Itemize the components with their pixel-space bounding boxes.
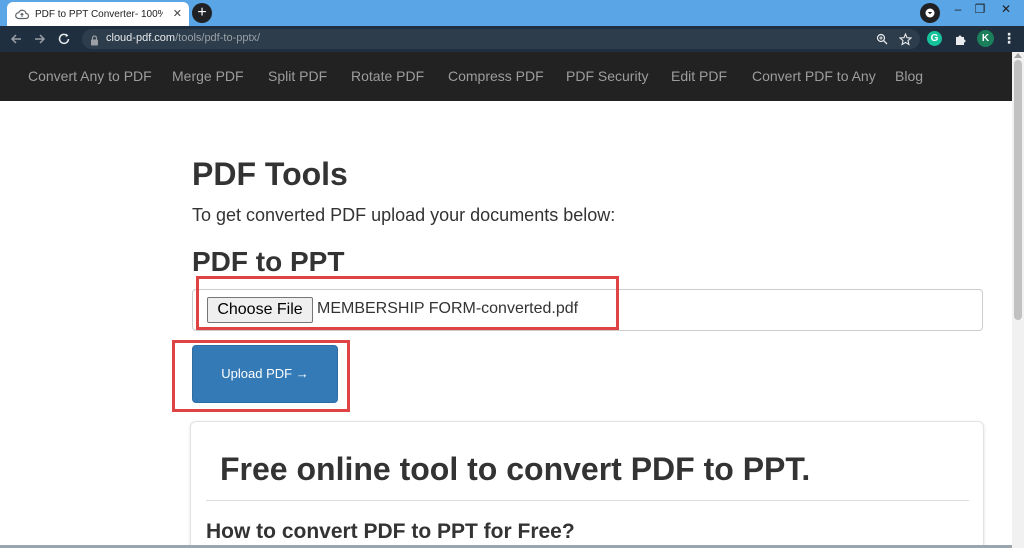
cloud-icon xyxy=(15,7,29,21)
star-icon[interactable] xyxy=(898,32,912,46)
close-window-button[interactable]: ✕ xyxy=(994,1,1018,19)
nav-rotate-pdf[interactable]: Rotate PDF xyxy=(351,68,424,84)
section-title: PDF to PPT xyxy=(192,246,345,277)
nav-pdf-security[interactable]: PDF Security xyxy=(566,68,648,84)
address-bar[interactable]: cloud-pdf.com/tools/pdf-to-pptx/ xyxy=(82,29,920,49)
info-card-title: Free online tool to convert PDF to PPT. xyxy=(220,451,811,487)
plus-icon[interactable]: + xyxy=(192,3,212,23)
forward-arrow-icon[interactable] xyxy=(31,30,49,48)
upload-highlight-box xyxy=(172,340,350,412)
profile-dropdown-icon[interactable] xyxy=(920,3,940,23)
nav-convert-any-to-pdf[interactable]: Convert Any to PDF xyxy=(28,68,152,84)
back-arrow-icon[interactable] xyxy=(7,30,25,48)
nav-blog[interactable]: Blog xyxy=(895,68,923,84)
browser-tab[interactable]: PDF to PPT Converter- 100% Free ✕ xyxy=(7,2,189,26)
nav-merge-pdf[interactable]: Merge PDF xyxy=(172,68,244,84)
nav-edit-pdf[interactable]: Edit PDF xyxy=(671,68,727,84)
site-navbar: Convert Any to PDF Merge PDF Split PDF R… xyxy=(0,52,1012,101)
nav-convert-pdf-to-any[interactable]: Convert PDF to Any xyxy=(752,68,876,84)
url-host: cloud-pdf.com xyxy=(106,32,176,44)
zoom-icon[interactable] xyxy=(875,32,889,46)
page-title: PDF Tools xyxy=(192,156,348,192)
page-scrollbar[interactable] xyxy=(1012,52,1024,548)
browser-toolbar: cloud-pdf.com/tools/pdf-to-pptx/ G K ⋮ xyxy=(0,26,1024,52)
reload-icon[interactable] xyxy=(55,30,73,48)
scrollbar-thumb[interactable] xyxy=(1014,60,1022,320)
avatar[interactable]: K xyxy=(977,30,994,47)
nav-split-pdf[interactable]: Split PDF xyxy=(268,68,327,84)
nav-compress-pdf[interactable]: Compress PDF xyxy=(448,68,544,84)
browser-titlebar: PDF to PPT Converter- 100% Free ✕ + – ❐ … xyxy=(0,0,1024,26)
kebab-menu-icon[interactable]: ⋮ xyxy=(1002,30,1016,47)
info-card-question: How to convert PDF to PPT for Free? xyxy=(206,520,575,543)
scroll-up-arrow-icon[interactable] xyxy=(1014,53,1022,58)
puzzle-icon[interactable] xyxy=(952,31,968,47)
minimize-button[interactable]: – xyxy=(946,1,970,19)
grammarly-extension-icon[interactable]: G xyxy=(927,31,942,46)
card-divider xyxy=(206,500,969,501)
lock-icon[interactable] xyxy=(90,33,99,51)
close-icon[interactable]: ✕ xyxy=(173,7,182,21)
restore-button[interactable]: ❐ xyxy=(968,1,992,19)
url-text: cloud-pdf.com/tools/pdf-to-pptx/ xyxy=(106,32,260,44)
file-highlight-box xyxy=(196,276,619,330)
tab-title: PDF to PPT Converter- 100% Free xyxy=(35,8,163,20)
url-path: /tools/pdf-to-pptx/ xyxy=(175,32,261,44)
page-subtitle: To get converted PDF upload your documen… xyxy=(192,205,616,225)
